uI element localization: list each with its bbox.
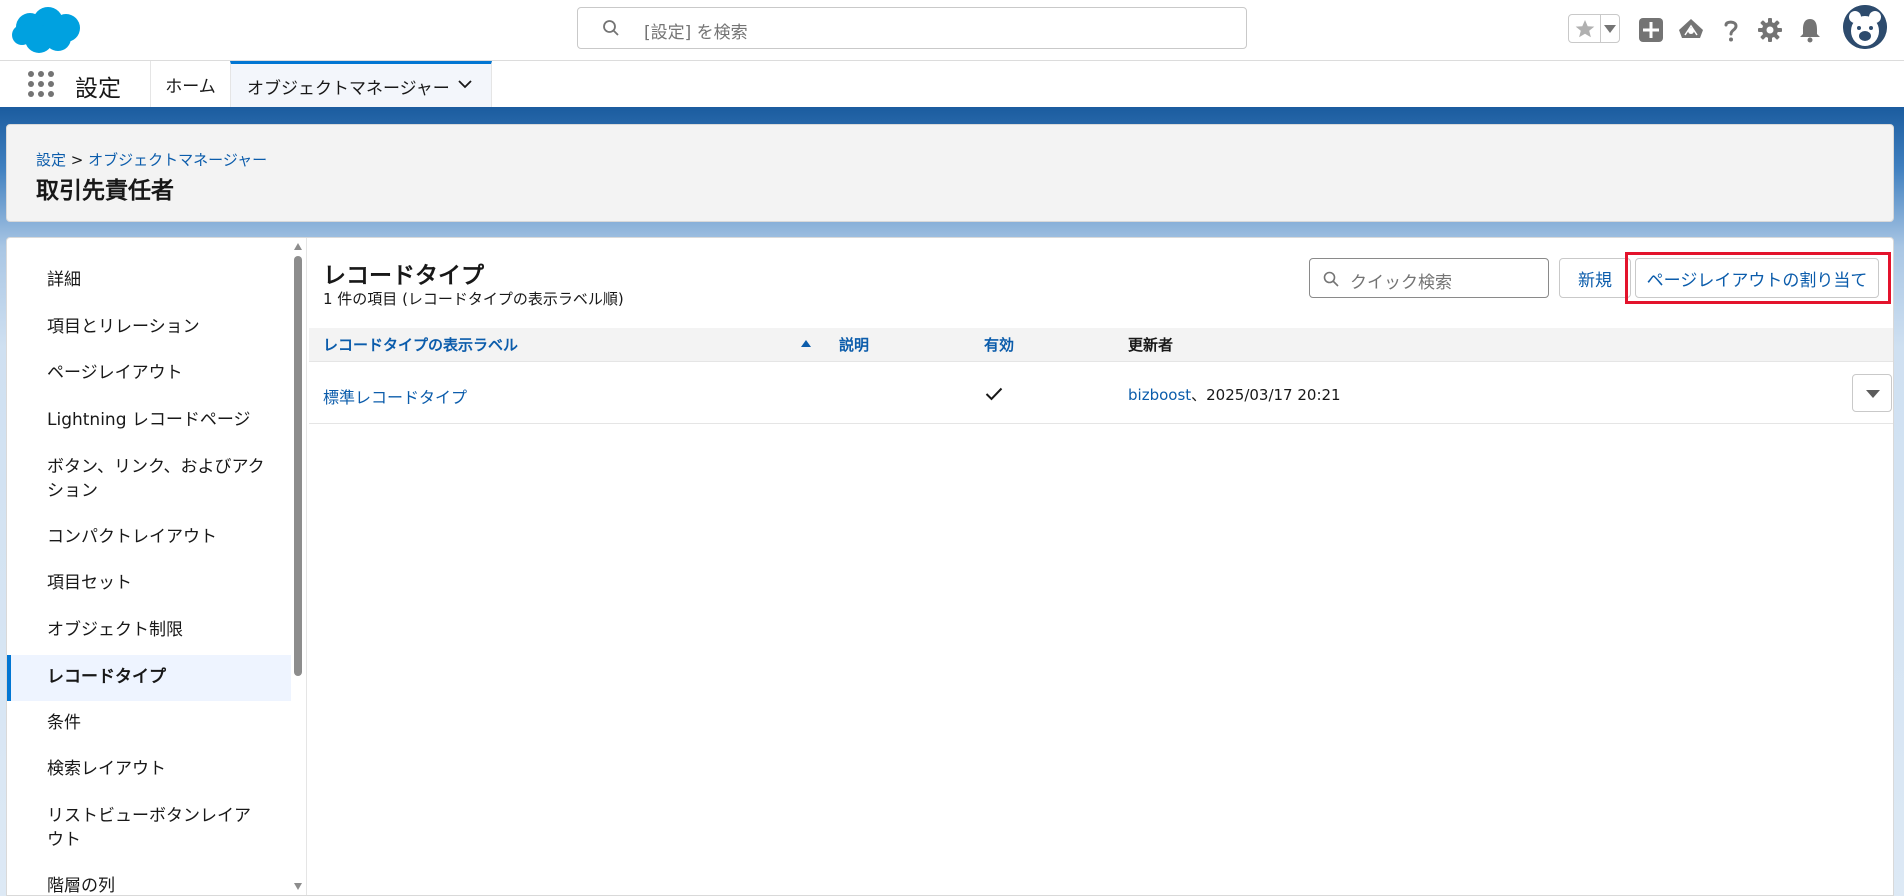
salesforce-logo[interactable] [8, 5, 84, 55]
sidebar-item-record-types[interactable]: レコードタイプ [7, 655, 291, 701]
bear-avatar-icon [1843, 5, 1887, 49]
object-sidebar: 詳細 項目とリレーション ページレイアウト Lightning レコードページ … [7, 238, 307, 895]
gear-icon[interactable] [1756, 16, 1784, 44]
chevron-down-icon [1866, 390, 1880, 398]
page-header: 設定 > オブジェクトマネージャー 取引先責任者 [6, 124, 1894, 222]
modified-by-date: 、2025/03/17 20:21 [1191, 386, 1341, 404]
breadcrumb-separator: > [70, 151, 84, 169]
sidebar-item-fields-relationships[interactable]: 項目とリレーション [7, 315, 291, 339]
global-header: [設定] を検索 [0, 0, 1904, 60]
search-placeholder: [設定] を検索 [644, 23, 748, 43]
tab-object-manager[interactable]: オブジェクトマネージャー [230, 61, 492, 108]
help-icon[interactable] [1717, 16, 1745, 44]
sidebar-item-lightning-record-pages[interactable]: Lightning レコードページ [7, 408, 291, 432]
scroll-down-arrow-icon[interactable] [294, 883, 302, 890]
chevron-down-icon[interactable] [457, 78, 473, 90]
main-card: 詳細 項目とリレーション ページレイアウト Lightning レコードページ … [6, 237, 1894, 896]
bell-icon[interactable] [1796, 16, 1824, 44]
section-title: レコードタイプ [323, 263, 484, 289]
quick-search-input[interactable]: クイック検索 [1309, 258, 1549, 298]
modified-by-user-link[interactable]: bizboost [1128, 386, 1191, 404]
chevron-down-icon[interactable] [1604, 25, 1616, 33]
new-button[interactable]: 新規 [1559, 258, 1631, 298]
tab-home-label: ホーム [165, 77, 216, 97]
sort-ascending-icon[interactable] [801, 340, 811, 347]
tab-object-manager-label: オブジェクトマネージャー [247, 78, 450, 99]
sidebar-item-compact-layouts[interactable]: コンパクトレイアウト [7, 525, 291, 549]
breadcrumb: 設定 > オブジェクトマネージャー [36, 149, 267, 170]
trailhead-guide-icon[interactable] [1677, 16, 1705, 44]
sidebar-item-object-limits[interactable]: オブジェクト制限 [7, 618, 291, 642]
search-icon [1323, 271, 1339, 287]
divider [1600, 15, 1601, 42]
column-header-active[interactable]: 有効 [984, 334, 1014, 355]
search-icon [603, 20, 619, 36]
table-row: 標準レコードタイプ bizboost、2025/03/17 20:21 [309, 362, 1893, 424]
sidebar-item-search-layouts[interactable]: 検索レイアウト [7, 757, 291, 781]
favorites-button-group [1568, 14, 1620, 43]
record-types-panel: レコードタイプ 1 件の項目 (レコードタイプの表示ラベル順) クイック検索 新… [309, 238, 1893, 895]
quick-search-placeholder: クイック検索 [1350, 273, 1452, 293]
column-header-modified-by: 更新者 [1128, 336, 1174, 354]
sidebar-item-page-layouts[interactable]: ページレイアウト [7, 361, 291, 385]
record-type-link[interactable]: 標準レコードタイプ [323, 388, 467, 407]
tab-home[interactable]: ホーム [150, 61, 230, 108]
breadcrumb-object-manager-link[interactable]: オブジェクトマネージャー [88, 151, 267, 169]
sidebar-item-list-view-button-layout[interactable]: リストビューボタンレイアウト [7, 804, 267, 852]
sidebar-item-hierarchy-columns[interactable]: 階層の列 [7, 874, 291, 895]
section-subtitle: 1 件の項目 (レコードタイプの表示ラベル順) [323, 290, 624, 308]
scroll-up-arrow-icon[interactable] [294, 243, 302, 250]
app-name: 設定 [75, 76, 121, 102]
global-search-input[interactable]: [設定] を検索 [577, 7, 1247, 49]
sidebar-item-conditions[interactable]: 条件 [7, 711, 291, 735]
record-type-cell: 標準レコードタイプ [323, 384, 467, 408]
row-actions-menu-button[interactable] [1852, 374, 1892, 412]
app-launcher-icon[interactable] [27, 70, 55, 98]
highlight-box [1625, 252, 1891, 304]
user-avatar[interactable] [1843, 5, 1887, 49]
page-title: 取引先責任者 [36, 178, 174, 204]
sidebar-item-buttons-links-actions[interactable]: ボタン、リンク、およびアクション [7, 455, 267, 503]
column-header-description[interactable]: 説明 [839, 334, 869, 355]
breadcrumb-setup-link[interactable]: 設定 [36, 151, 66, 169]
sidebar-item-details[interactable]: 詳細 [7, 268, 291, 292]
checkmark-icon [985, 387, 1003, 401]
context-bar: 設定 ホーム オブジェクトマネージャー [0, 60, 1904, 111]
star-icon[interactable] [1573, 17, 1597, 41]
sidebar-scrollbar[interactable] [291, 238, 305, 895]
column-header-record-type-label[interactable]: レコードタイプの表示ラベル [323, 334, 518, 355]
scrollbar-thumb[interactable] [294, 256, 302, 676]
table-header: レコードタイプの表示ラベル 説明 有効 更新者 [309, 328, 1893, 362]
modified-by-cell: bizboost、2025/03/17 20:21 [1128, 384, 1341, 405]
global-create-icon[interactable] [1637, 16, 1665, 44]
sidebar-item-field-sets[interactable]: 項目セット [7, 571, 291, 595]
